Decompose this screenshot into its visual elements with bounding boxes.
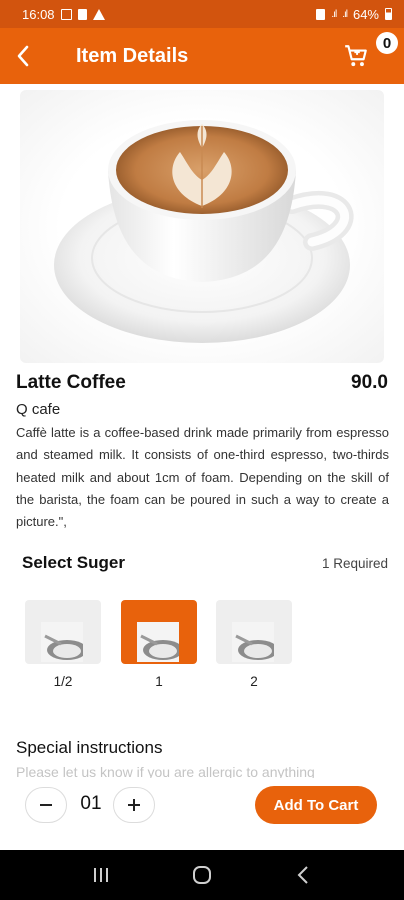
status-right: .ıl .ıl 64%	[316, 7, 392, 22]
sugar-section-title: Select Suger	[22, 553, 125, 572]
product-name: Latte Coffee	[16, 372, 126, 393]
special-instructions-title: Special instructions	[16, 738, 163, 757]
signal-icon-2: .ıl	[342, 8, 348, 20]
product-price: 90.0	[351, 372, 388, 393]
sugar-spoon-image	[232, 622, 274, 662]
chevron-left-icon	[17, 45, 29, 67]
recent-apps-icon	[93, 868, 108, 882]
app-bar: Item Details 0	[0, 28, 404, 84]
minus-icon	[40, 804, 52, 806]
sugar-option-two[interactable]: 2	[216, 600, 292, 689]
bottom-action-bar: 01 Add To Cart	[0, 778, 404, 850]
status-battery-text: 64%	[352, 6, 379, 22]
status-bar: 16:08 .ıl .ıl 64%	[0, 0, 404, 28]
sugar-spoon-image	[137, 622, 179, 662]
recent-apps-button[interactable]	[81, 855, 121, 895]
sugar-option-card-selected[interactable]	[121, 600, 197, 664]
home-icon	[192, 866, 211, 884]
plus-icon	[128, 799, 140, 811]
sugar-option-label: 2	[250, 674, 258, 689]
document-icon	[77, 8, 87, 20]
status-left: 16:08	[22, 7, 105, 22]
cart-count-badge: 0	[376, 32, 398, 54]
add-to-cart-button[interactable]: Add To Cart	[255, 786, 377, 824]
sugar-option-one[interactable]: 1	[121, 600, 197, 689]
signal-icon: .ıl	[331, 8, 337, 20]
product-title-row: Latte Coffee 90.0	[16, 372, 388, 394]
sugar-option-half[interactable]: 1/2	[25, 600, 101, 689]
sugar-option-card[interactable]	[216, 600, 292, 664]
latte-cup-illustration	[54, 120, 354, 343]
battery-icon	[385, 8, 392, 20]
cart-button[interactable]	[342, 42, 370, 70]
decrease-quantity-button[interactable]	[25, 787, 67, 823]
gallery-icon	[60, 8, 72, 20]
home-button[interactable]	[182, 855, 222, 895]
status-time: 16:08	[22, 6, 55, 22]
required-label: 1 Required	[321, 556, 388, 571]
sugar-option-label: 1	[155, 674, 163, 689]
sugar-option-card[interactable]	[25, 600, 101, 664]
lock-icon	[316, 8, 326, 20]
page-title: Item Details	[76, 44, 189, 67]
system-back-button[interactable]	[283, 855, 323, 895]
quantity-value: 01	[80, 793, 102, 814]
product-description: Caffè latte is a coffee-based drink made…	[16, 425, 389, 530]
shopping-cart-icon	[345, 45, 367, 67]
sugar-option-label: 1/2	[53, 674, 73, 689]
product-image	[20, 90, 384, 363]
back-button[interactable]	[0, 28, 46, 84]
cafe-name: Q cafe	[16, 401, 61, 418]
back-arrow-icon	[297, 866, 309, 884]
increase-quantity-button[interactable]	[113, 787, 155, 823]
sugar-spoon-image	[41, 622, 83, 662]
system-navigation-bar	[0, 850, 404, 900]
warning-icon	[92, 8, 105, 20]
